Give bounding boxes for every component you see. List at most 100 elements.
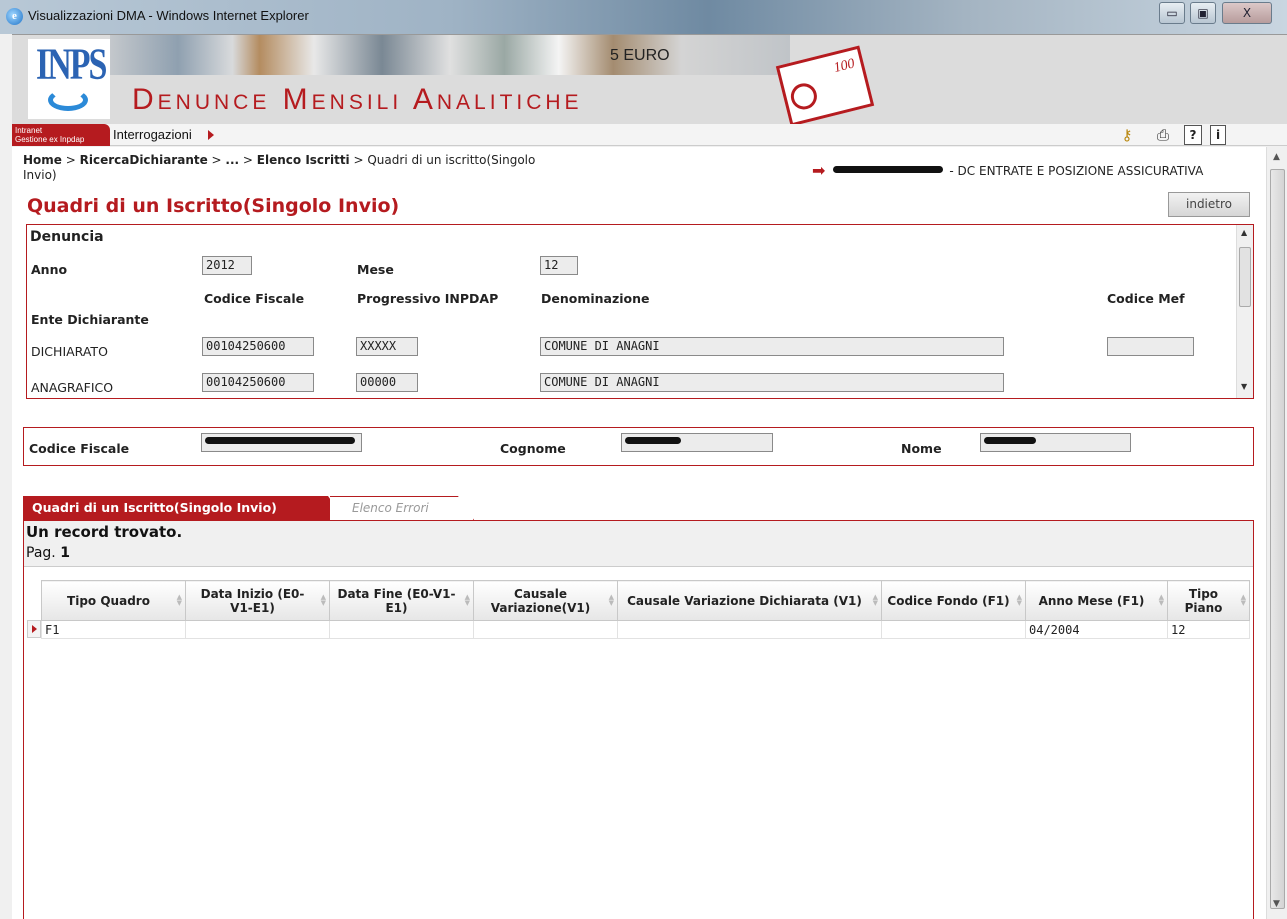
tab-panel: Un record trovato. Pag. 1 Tipo Quadro ▲ ▼ … bbox=[23, 520, 1254, 919]
cell-causale-variazione-dichiarata bbox=[617, 620, 882, 639]
col-header-anno-mese[interactable]: Anno Mese (F1) ▲ ▼ bbox=[1025, 580, 1168, 621]
inps-logo: INPS bbox=[28, 39, 110, 119]
anagrafico-codice-fiscale[interactable]: 00104250600 bbox=[202, 373, 314, 392]
tab-elenco-errori[interactable]: Elenco Errori bbox=[330, 496, 474, 520]
redacted-cognome bbox=[625, 437, 681, 444]
cognome-field[interactable] bbox=[621, 433, 773, 452]
breadcrumb-home[interactable]: Home bbox=[23, 153, 62, 167]
col-denominazione: Denominazione bbox=[541, 291, 650, 306]
menu-bar: Intranet Gestione ex Inpdap Interrogazio… bbox=[12, 124, 1287, 146]
cell-data-inizio bbox=[185, 620, 330, 639]
ente-dichiarante-label: Ente Dichiarante bbox=[31, 312, 149, 327]
menu-interrogazioni[interactable]: Interrogazioni bbox=[113, 127, 192, 142]
content-area: Home > RicercaDichiarante > ... > Elenco… bbox=[12, 147, 1266, 919]
internet-explorer-icon: e bbox=[6, 8, 23, 25]
banner-title: Denunce Mensili Analitiche bbox=[132, 83, 583, 116]
dichiarato-codice-fiscale[interactable]: 00104250600 bbox=[202, 337, 314, 356]
col-header-causale-variazione-dichiarata[interactable]: Causale Variazione Dichiarata (V1) ▲ ▼ bbox=[617, 580, 882, 621]
scroll-thumb[interactable] bbox=[1270, 169, 1285, 909]
records-found: Un record trovato. bbox=[26, 523, 183, 541]
col-codice-fiscale: Codice Fiscale bbox=[204, 291, 305, 306]
cognome-label: Cognome bbox=[500, 441, 566, 456]
breadcrumb: Home > RicercaDichiarante > ... > Elenco… bbox=[23, 153, 536, 182]
iscritto-panel: Codice Fiscale Cognome Nome bbox=[23, 427, 1254, 466]
close-window-button[interactable]: X bbox=[1222, 2, 1272, 24]
print-icon[interactable]: ⎙ bbox=[1152, 125, 1174, 145]
col-header-tipo-piano[interactable]: Tipo Piano ▲ ▼ bbox=[1167, 580, 1250, 621]
denuncia-scrollbar[interactable]: ▲ ▼ bbox=[1236, 225, 1253, 398]
sort-icon[interactable]: ▲ ▼ bbox=[1241, 594, 1246, 607]
dichiarato-codice-mef[interactable] bbox=[1107, 337, 1194, 356]
mese-field[interactable]: 12 bbox=[540, 256, 578, 275]
anno-label: Anno bbox=[31, 262, 68, 277]
dichiarato-denominazione[interactable]: COMUNE DI ANAGNI bbox=[540, 337, 1004, 356]
col-header-data-inizio[interactable]: Data Inizio (E0-V1-E1) ▲ ▼ bbox=[185, 580, 330, 621]
anagrafico-denominazione[interactable]: COMUNE DI ANAGNI bbox=[540, 373, 1004, 392]
key-icon[interactable]: ⚷ bbox=[1116, 125, 1138, 145]
scroll-down-icon[interactable]: ▼ bbox=[1273, 899, 1280, 909]
minimize-button[interactable]: ▭ bbox=[1159, 2, 1185, 24]
anno-field[interactable]: 2012 bbox=[202, 256, 252, 275]
page-title: Quadri di un Iscritto(Singolo Invio) bbox=[27, 195, 400, 217]
records-summary: Un record trovato. Pag. 1 bbox=[24, 521, 1253, 567]
dichiarato-progressivo[interactable]: XXXXX bbox=[356, 337, 418, 356]
cell-anno-mese: 04/2004 bbox=[1025, 620, 1168, 639]
breadcrumb-ricerca[interactable]: RicercaDichiarante bbox=[80, 153, 208, 167]
help-icon[interactable]: ? bbox=[1184, 125, 1202, 145]
redacted-username bbox=[833, 166, 944, 173]
col-codice-mef: Codice Mef bbox=[1107, 291, 1185, 306]
sort-icon[interactable]: ▲ ▼ bbox=[873, 594, 878, 607]
breadcrumb-elenco-iscritti[interactable]: Elenco Iscritti bbox=[257, 153, 350, 167]
sort-icon[interactable]: ▲ ▼ bbox=[609, 594, 614, 607]
cell-tipo-piano: 12 bbox=[1167, 620, 1250, 639]
sort-icon[interactable]: ▲ ▼ bbox=[1017, 594, 1022, 607]
sort-icon[interactable]: ▲ ▼ bbox=[465, 594, 470, 607]
app-banner: INPS 5 EURO Denunce Mensili Analitiche 1… bbox=[12, 34, 1287, 127]
scroll-thumb[interactable] bbox=[1239, 247, 1251, 307]
scroll-up-icon[interactable]: ▲ bbox=[1241, 228, 1247, 237]
scroll-up-icon[interactable]: ▲ bbox=[1273, 152, 1280, 162]
sort-icon[interactable]: ▲ ▼ bbox=[1159, 594, 1164, 607]
col-header-data-fine[interactable]: Data Fine (E0-V1-E1) ▲ ▼ bbox=[329, 580, 474, 621]
info-icon[interactable]: i bbox=[1210, 125, 1226, 145]
cell-codice-fondo bbox=[881, 620, 1026, 639]
denuncia-panel: Denuncia Anno 2012 Mese 12 Codice Fiscal… bbox=[26, 224, 1254, 399]
redacted-codice-fiscale bbox=[205, 437, 355, 444]
inps-swirl-icon bbox=[48, 89, 88, 111]
window-title: Visualizzazioni DMA - Windows Internet E… bbox=[28, 8, 309, 23]
sort-icon[interactable]: ▲ ▼ bbox=[321, 594, 326, 607]
banknote-graphic: 100 bbox=[775, 45, 875, 127]
user-info: ➡ - DC ENTRATE E POSIZIONE ASSICURATIVA bbox=[812, 161, 1203, 180]
tab-quadri[interactable]: Quadri di un Iscritto(Singolo Invio) bbox=[23, 496, 345, 520]
row-anagrafico-label: ANAGRAFICO bbox=[31, 380, 114, 395]
cell-causale-variazione bbox=[473, 620, 618, 639]
anagrafico-progressivo[interactable]: 00000 bbox=[356, 373, 418, 392]
nome-field[interactable] bbox=[980, 433, 1131, 452]
col-header-causale-variazione[interactable]: Causale Variazione(V1) ▲ ▼ bbox=[473, 580, 618, 621]
row-selector-icon[interactable] bbox=[27, 620, 41, 638]
intranet-badge[interactable]: Intranet Gestione ex Inpdap bbox=[12, 124, 110, 146]
denuncia-heading: Denuncia bbox=[30, 229, 104, 245]
arrow-right-icon: ➡ bbox=[812, 161, 826, 180]
sort-icon[interactable]: ▲ ▼ bbox=[177, 594, 182, 607]
person-codice-fiscale-label: Codice Fiscale bbox=[29, 441, 130, 456]
col-header-tipo-quadro[interactable]: Tipo Quadro ▲ ▼ bbox=[41, 580, 186, 621]
breadcrumb-ellipsis: ... bbox=[225, 153, 240, 167]
col-header-codice-fondo[interactable]: Codice Fondo (F1) ▲ ▼ bbox=[881, 580, 1026, 621]
window-title-bar: e Visualizzazioni DMA - Windows Internet… bbox=[0, 0, 1287, 34]
page-scrollbar[interactable]: ▲ ▼ bbox=[1266, 147, 1287, 919]
user-office: - DC ENTRATE E POSIZIONE ASSICURATIVA bbox=[949, 164, 1204, 178]
person-codice-fiscale-field[interactable] bbox=[201, 433, 362, 452]
maximize-button[interactable]: ▣ bbox=[1190, 2, 1216, 24]
col-progressivo: Progressivo INPDAP bbox=[357, 291, 499, 306]
mese-label: Mese bbox=[357, 262, 394, 277]
scroll-down-icon[interactable]: ▼ bbox=[1241, 382, 1247, 391]
table-row[interactable]: F1 04/2004 12 bbox=[41, 620, 1250, 639]
cell-data-fine bbox=[329, 620, 474, 639]
euro-note-text: 5 EURO bbox=[610, 47, 670, 64]
banner-photo-strip bbox=[110, 35, 790, 75]
euro-circle-icon bbox=[788, 80, 820, 113]
menu-arrow-icon bbox=[208, 130, 214, 140]
back-button[interactable]: indietro bbox=[1168, 192, 1250, 217]
row-dichiarato-label: DICHIARATO bbox=[31, 344, 108, 359]
